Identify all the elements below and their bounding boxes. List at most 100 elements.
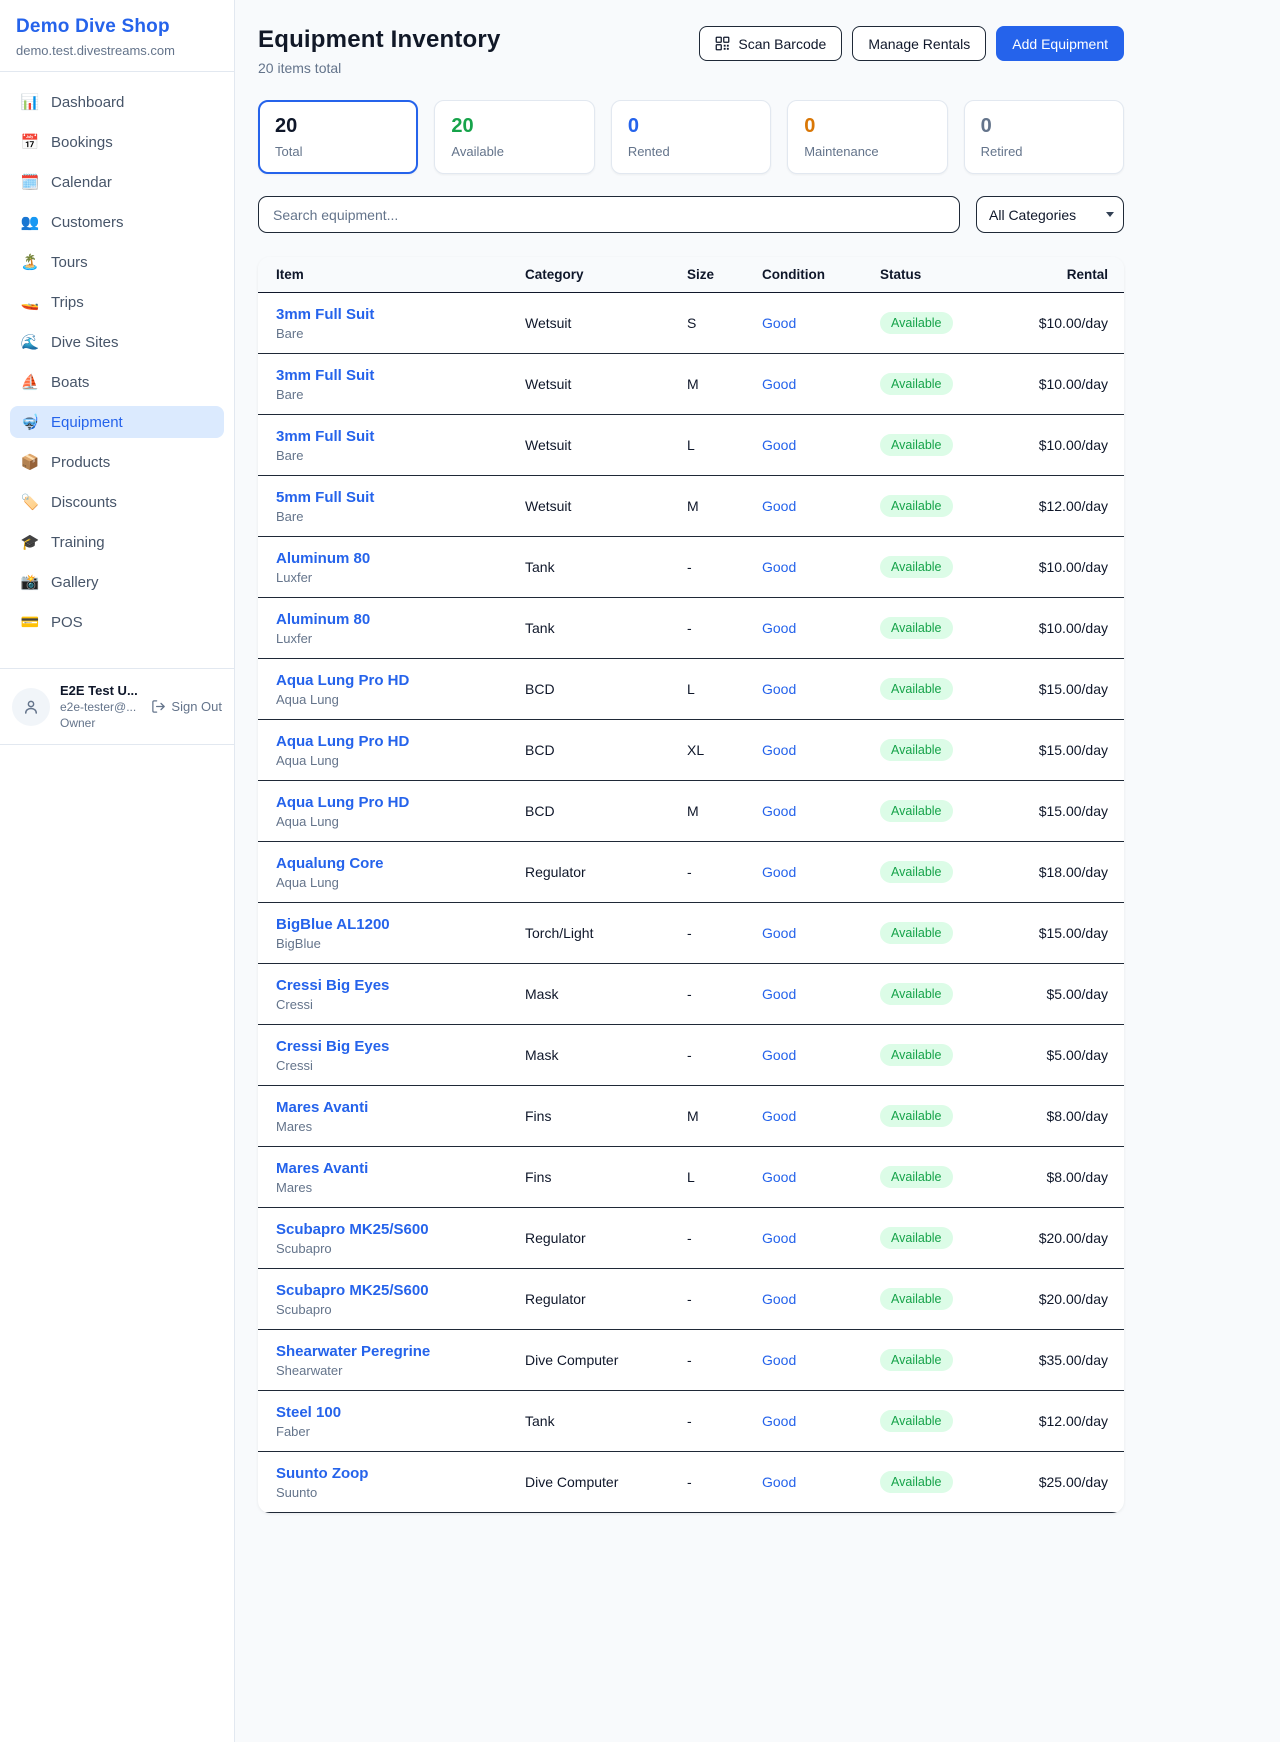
sign-out-button[interactable]: Sign Out (151, 699, 222, 714)
sidebar-item-equipment[interactable]: 🤿 Equipment (10, 406, 224, 438)
sidebar-item-trips[interactable]: 🚤 Trips (10, 286, 224, 318)
item-name-link[interactable]: Aqua Lung Pro HD (276, 733, 525, 750)
stat-label: Rented (628, 144, 754, 159)
item-name-link[interactable]: Mares Avanti (276, 1160, 525, 1177)
condition-link[interactable]: Good (762, 620, 880, 636)
status-badge: Available (880, 861, 953, 883)
item-brand: Mares (276, 1119, 525, 1134)
category-select[interactable]: All Categories (976, 196, 1124, 233)
stat-card-total[interactable]: 20 Total (258, 100, 418, 174)
sidebar-item-label: Training (51, 534, 105, 551)
item-name-link[interactable]: 3mm Full Suit (276, 306, 525, 323)
item-size: - (687, 1413, 762, 1429)
table-row: 3mm Full Suit Bare Wetsuit L Good Availa… (258, 415, 1124, 476)
category-select-wrap: All Categories (976, 196, 1124, 233)
sidebar-item-training[interactable]: 🎓 Training (10, 526, 224, 558)
item-category: Wetsuit (525, 498, 687, 514)
add-equipment-button[interactable]: Add Equipment (996, 26, 1124, 61)
table-row: 5mm Full Suit Bare Wetsuit M Good Availa… (258, 476, 1124, 537)
brand-block: Demo Dive Shop demo.test.divestreams.com (0, 0, 234, 72)
item-name-link[interactable]: Aluminum 80 (276, 611, 525, 628)
condition-link[interactable]: Good (762, 1352, 880, 1368)
item-name-link[interactable]: Shearwater Peregrine (276, 1343, 525, 1360)
item-name-link[interactable]: Cressi Big Eyes (276, 1038, 525, 1055)
sidebar-item-calendar[interactable]: 🗓️ Calendar (10, 166, 224, 198)
item-name-link[interactable]: Cressi Big Eyes (276, 977, 525, 994)
sidebar-item-label: Equipment (51, 414, 123, 431)
user-name: E2E Test U... (60, 683, 141, 698)
sidebar-item-dive-sites[interactable]: 🌊 Dive Sites (10, 326, 224, 358)
condition-link[interactable]: Good (762, 1169, 880, 1185)
item-size: XL (687, 742, 762, 758)
item-name-link[interactable]: 5mm Full Suit (276, 489, 525, 506)
item-category: Dive Computer (525, 1352, 687, 1368)
condition-link[interactable]: Good (762, 1291, 880, 1307)
condition-link[interactable]: Good (762, 1230, 880, 1246)
condition-link[interactable]: Good (762, 376, 880, 392)
sidebar-item-label: Boats (51, 374, 89, 391)
stat-card-retired[interactable]: 0 Retired (964, 100, 1124, 174)
item-name-link[interactable]: 3mm Full Suit (276, 367, 525, 384)
item-name-link[interactable]: Steel 100 (276, 1404, 525, 1421)
gallery-icon: 📸 (20, 573, 40, 591)
sidebar-item-label: Calendar (51, 174, 112, 191)
rental-price: $20.00/day (1032, 1291, 1124, 1307)
rental-price: $8.00/day (1032, 1108, 1124, 1124)
condition-link[interactable]: Good (762, 1108, 880, 1124)
item-name-link[interactable]: Aqua Lung Pro HD (276, 794, 525, 811)
sidebar-item-dashboard[interactable]: 📊 Dashboard (10, 86, 224, 118)
condition-link[interactable]: Good (762, 1047, 880, 1063)
status-badge: Available (880, 1044, 953, 1066)
condition-link[interactable]: Good (762, 681, 880, 697)
table-row: Aqualung Core Aqua Lung Regulator - Good… (258, 842, 1124, 903)
item-size: - (687, 620, 762, 636)
trips-icon: 🚤 (20, 293, 40, 311)
sidebar-item-products[interactable]: 📦 Products (10, 446, 224, 478)
stat-card-available[interactable]: 20 Available (434, 100, 594, 174)
condition-link[interactable]: Good (762, 498, 880, 514)
rental-price: $15.00/day (1032, 925, 1124, 941)
search-input[interactable] (258, 196, 960, 233)
sidebar-item-customers[interactable]: 👥 Customers (10, 206, 224, 238)
item-category: Tank (525, 1413, 687, 1429)
condition-link[interactable]: Good (762, 315, 880, 331)
item-name-link[interactable]: Scubapro MK25/S600 (276, 1221, 525, 1238)
item-name-link[interactable]: Mares Avanti (276, 1099, 525, 1116)
condition-link[interactable]: Good (762, 864, 880, 880)
user-meta: E2E Test U... e2e-tester@... Owner (60, 683, 141, 730)
sidebar-item-tours[interactable]: 🏝️ Tours (10, 246, 224, 278)
status-badge: Available (880, 800, 953, 822)
item-name-link[interactable]: Scubapro MK25/S600 (276, 1282, 525, 1299)
sidebar-item-bookings[interactable]: 📅 Bookings (10, 126, 224, 158)
condition-link[interactable]: Good (762, 742, 880, 758)
condition-link[interactable]: Good (762, 1413, 880, 1429)
item-name-link[interactable]: BigBlue AL1200 (276, 916, 525, 933)
stat-label: Maintenance (804, 144, 930, 159)
brand-title[interactable]: Demo Dive Shop (16, 16, 218, 38)
bookings-icon: 📅 (20, 133, 40, 151)
condition-link[interactable]: Good (762, 437, 880, 453)
stat-card-rented[interactable]: 0 Rented (611, 100, 771, 174)
stat-value: 0 (628, 115, 754, 138)
sidebar-item-gallery[interactable]: 📸 Gallery (10, 566, 224, 598)
item-name-link[interactable]: Aluminum 80 (276, 550, 525, 567)
item-size: - (687, 925, 762, 941)
sidebar-item-boats[interactable]: ⛵ Boats (10, 366, 224, 398)
condition-link[interactable]: Good (762, 986, 880, 1002)
item-name-link[interactable]: Suunto Zoop (276, 1465, 525, 1482)
condition-link[interactable]: Good (762, 559, 880, 575)
sidebar-item-discounts[interactable]: 🏷️ Discounts (10, 486, 224, 518)
manage-rentals-button[interactable]: Manage Rentals (852, 26, 986, 61)
qr-code-icon (715, 36, 730, 51)
rental-price: $15.00/day (1032, 681, 1124, 697)
condition-link[interactable]: Good (762, 925, 880, 941)
item-name-link[interactable]: 3mm Full Suit (276, 428, 525, 445)
scan-barcode-button[interactable]: Scan Barcode (699, 26, 842, 61)
stat-card-maintenance[interactable]: 0 Maintenance (787, 100, 947, 174)
sidebar-item-pos[interactable]: 💳 POS (10, 606, 224, 638)
condition-link[interactable]: Good (762, 803, 880, 819)
condition-link[interactable]: Good (762, 1474, 880, 1490)
item-name-link[interactable]: Aqua Lung Pro HD (276, 672, 525, 689)
item-name-link[interactable]: Aqualung Core (276, 855, 525, 872)
column-header-status: Status (880, 257, 1032, 292)
